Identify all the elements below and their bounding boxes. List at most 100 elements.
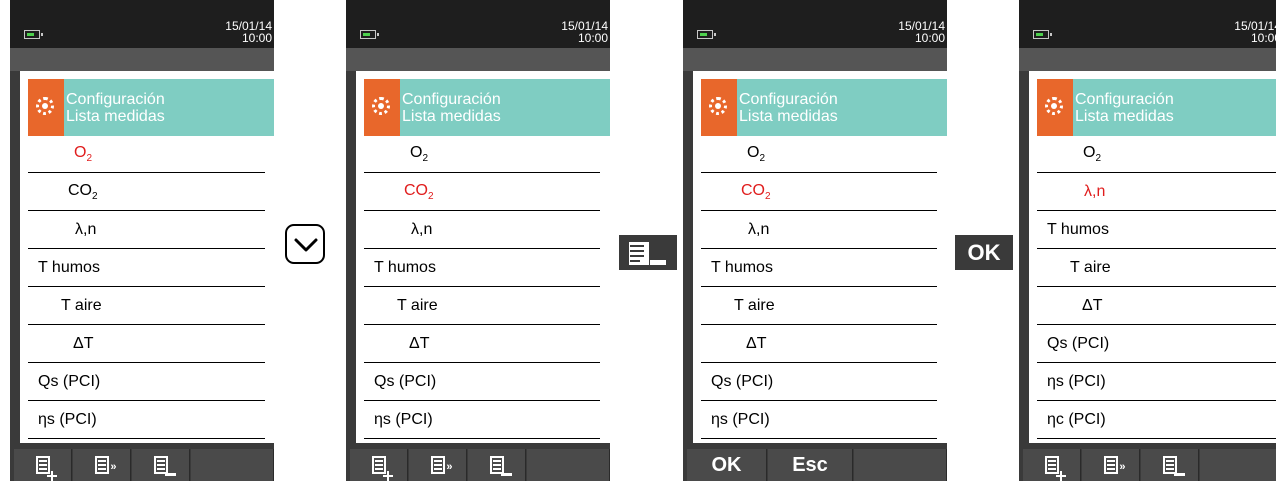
measure-list-item[interactable]: Qs (PCI) (364, 364, 600, 401)
scroll-down-key[interactable] (285, 224, 325, 264)
list-remove-icon (1162, 456, 1185, 476)
settings-badge (701, 79, 737, 136)
time-label: 10:00 (1250, 31, 1276, 45)
measure-label: O2 (747, 143, 766, 165)
settings-badge (28, 79, 64, 136)
content-panel: Configuración Lista medidas O2 λ,n T humos T … (1029, 71, 1276, 443)
measure-list-item[interactable]: ΔT (364, 326, 600, 363)
list-move-icon: » (94, 456, 117, 474)
page-title-line1: Configuración (66, 91, 165, 108)
move-measure-button[interactable]: » (409, 449, 467, 481)
remove-measure-button[interactable] (132, 449, 190, 481)
page-title-line2: Lista medidas (66, 108, 165, 125)
measure-label: ηs (PCI) (374, 411, 433, 428)
bottom-toolbar: OK Esc (683, 449, 947, 481)
page-header: Configuración Lista medidas (364, 79, 610, 136)
measure-list-item[interactable]: T humos (364, 250, 600, 287)
measure-list-item[interactable]: Qs (PCI) (28, 364, 265, 401)
measure-list-item[interactable]: T aire (28, 288, 265, 325)
toolbar-empty-slot (191, 449, 274, 481)
list-move-icon: » (1103, 456, 1126, 474)
measure-label: λ,n (1084, 183, 1106, 200)
page-title-line2: Lista medidas (739, 108, 838, 125)
measure-label: λ,n (748, 221, 770, 238)
measure-list-item[interactable]: Qs (PCI) (701, 364, 937, 401)
status-bar: 15/01/1410:00 (10, 0, 274, 48)
battery-icon (24, 30, 43, 39)
add-measure-button[interactable] (1023, 449, 1081, 481)
measure-list-item[interactable]: λ,n (364, 212, 600, 249)
measure-list-item[interactable]: O2 (28, 136, 265, 173)
remove-measure-button[interactable] (1141, 449, 1199, 481)
page-header: Configuración Lista medidas (701, 79, 947, 136)
page-title-line2: Lista medidas (1075, 108, 1174, 125)
page-title-line1: Configuración (1075, 91, 1174, 108)
measure-list-item[interactable]: T humos (28, 250, 265, 287)
date-time: 15/01/1410:00 (561, 20, 608, 44)
measure-list-item[interactable]: λ,n (28, 212, 265, 249)
measure-list-item[interactable]: ηs (PCI) (701, 402, 937, 439)
settings-badge (1037, 79, 1073, 136)
date-time: 15/01/1410:00 (1234, 20, 1276, 44)
measure-list-item[interactable]: T humos (701, 250, 937, 287)
measure-list-item[interactable]: λ,n (701, 212, 937, 249)
measure-list-item[interactable]: ΔT (701, 326, 937, 363)
ok-button[interactable]: OK (687, 449, 767, 481)
measure-label: Qs (PCI) (711, 373, 774, 390)
page-header: Configuración Lista medidas (28, 79, 274, 136)
remove-measure-button[interactable] (468, 449, 526, 481)
measure-list-item[interactable]: Qs (PCI) (1037, 326, 1276, 363)
measure-list-item[interactable]: O2 (1037, 136, 1276, 173)
measure-list-item[interactable]: CO2 (701, 174, 937, 211)
measure-list-item[interactable]: O2 (701, 136, 937, 173)
list-remove-icon (629, 242, 666, 265)
battery-icon (697, 30, 716, 39)
list-add-icon (371, 456, 393, 481)
measure-label: ΔT (1082, 297, 1103, 314)
status-bar: 15/01/1410:00 (683, 0, 947, 48)
measure-label: T humos (38, 259, 100, 276)
date-time: 15/01/1410:00 (898, 20, 945, 44)
measure-list-item[interactable]: T aire (701, 288, 937, 325)
move-measure-button[interactable]: » (73, 449, 131, 481)
measure-list-item[interactable]: T aire (364, 288, 600, 325)
measure-label: ηs (PCI) (711, 411, 770, 428)
ok-key[interactable]: OK (955, 235, 1013, 270)
measure-list-item[interactable]: ΔT (1037, 288, 1276, 325)
measure-list-item[interactable]: T humos (1037, 212, 1276, 249)
measure-list-item[interactable]: ΔT (28, 326, 265, 363)
chevron-down-icon (294, 238, 318, 252)
measure-list-item[interactable]: O2 (364, 136, 600, 173)
add-measure-button[interactable] (14, 449, 72, 481)
measure-label: T aire (397, 297, 438, 314)
delete-key[interactable] (619, 235, 677, 270)
date-time: 15/01/1410:00 (225, 20, 272, 44)
toolbar-empty-slot (1200, 449, 1276, 481)
measure-list-item[interactable]: T aire (1037, 250, 1276, 287)
bottom-toolbar: » (10, 449, 274, 481)
gear-icon (372, 97, 390, 115)
measure-label: ΔT (409, 335, 430, 352)
measure-list-item[interactable]: ηs (PCI) (364, 402, 600, 439)
measure-list-item[interactable]: ηc (PCI) (1037, 402, 1276, 439)
measure-list-item[interactable]: ηs (PCI) (28, 402, 265, 439)
measure-label: O2 (1083, 143, 1102, 165)
measure-list-item[interactable]: λ,n (1037, 174, 1276, 211)
esc-button[interactable]: Esc (768, 449, 853, 481)
measure-list-item[interactable]: ηs (PCI) (1037, 364, 1276, 401)
gear-icon (36, 97, 54, 115)
device-screen: 15/01/1410:00 ConfiguraciónLista medidas O… (1019, 0, 1276, 481)
page-header: Configuración Lista medidas (1037, 79, 1276, 136)
measure-label: λ,n (411, 221, 433, 238)
page-title-line2: Lista medidas (402, 108, 501, 125)
add-measure-button[interactable] (350, 449, 408, 481)
toolbar-empty-slot (854, 449, 947, 481)
measure-label: λ,n (75, 221, 97, 238)
bottom-toolbar: » (346, 449, 610, 481)
measure-list-item[interactable]: CO2 (28, 174, 265, 211)
measure-label: T aire (734, 297, 775, 314)
move-measure-button[interactable]: » (1082, 449, 1140, 481)
time-label: 10:00 (577, 31, 608, 45)
measure-list-item[interactable]: CO2 (364, 174, 600, 211)
measure-label: CO2 (404, 181, 434, 203)
